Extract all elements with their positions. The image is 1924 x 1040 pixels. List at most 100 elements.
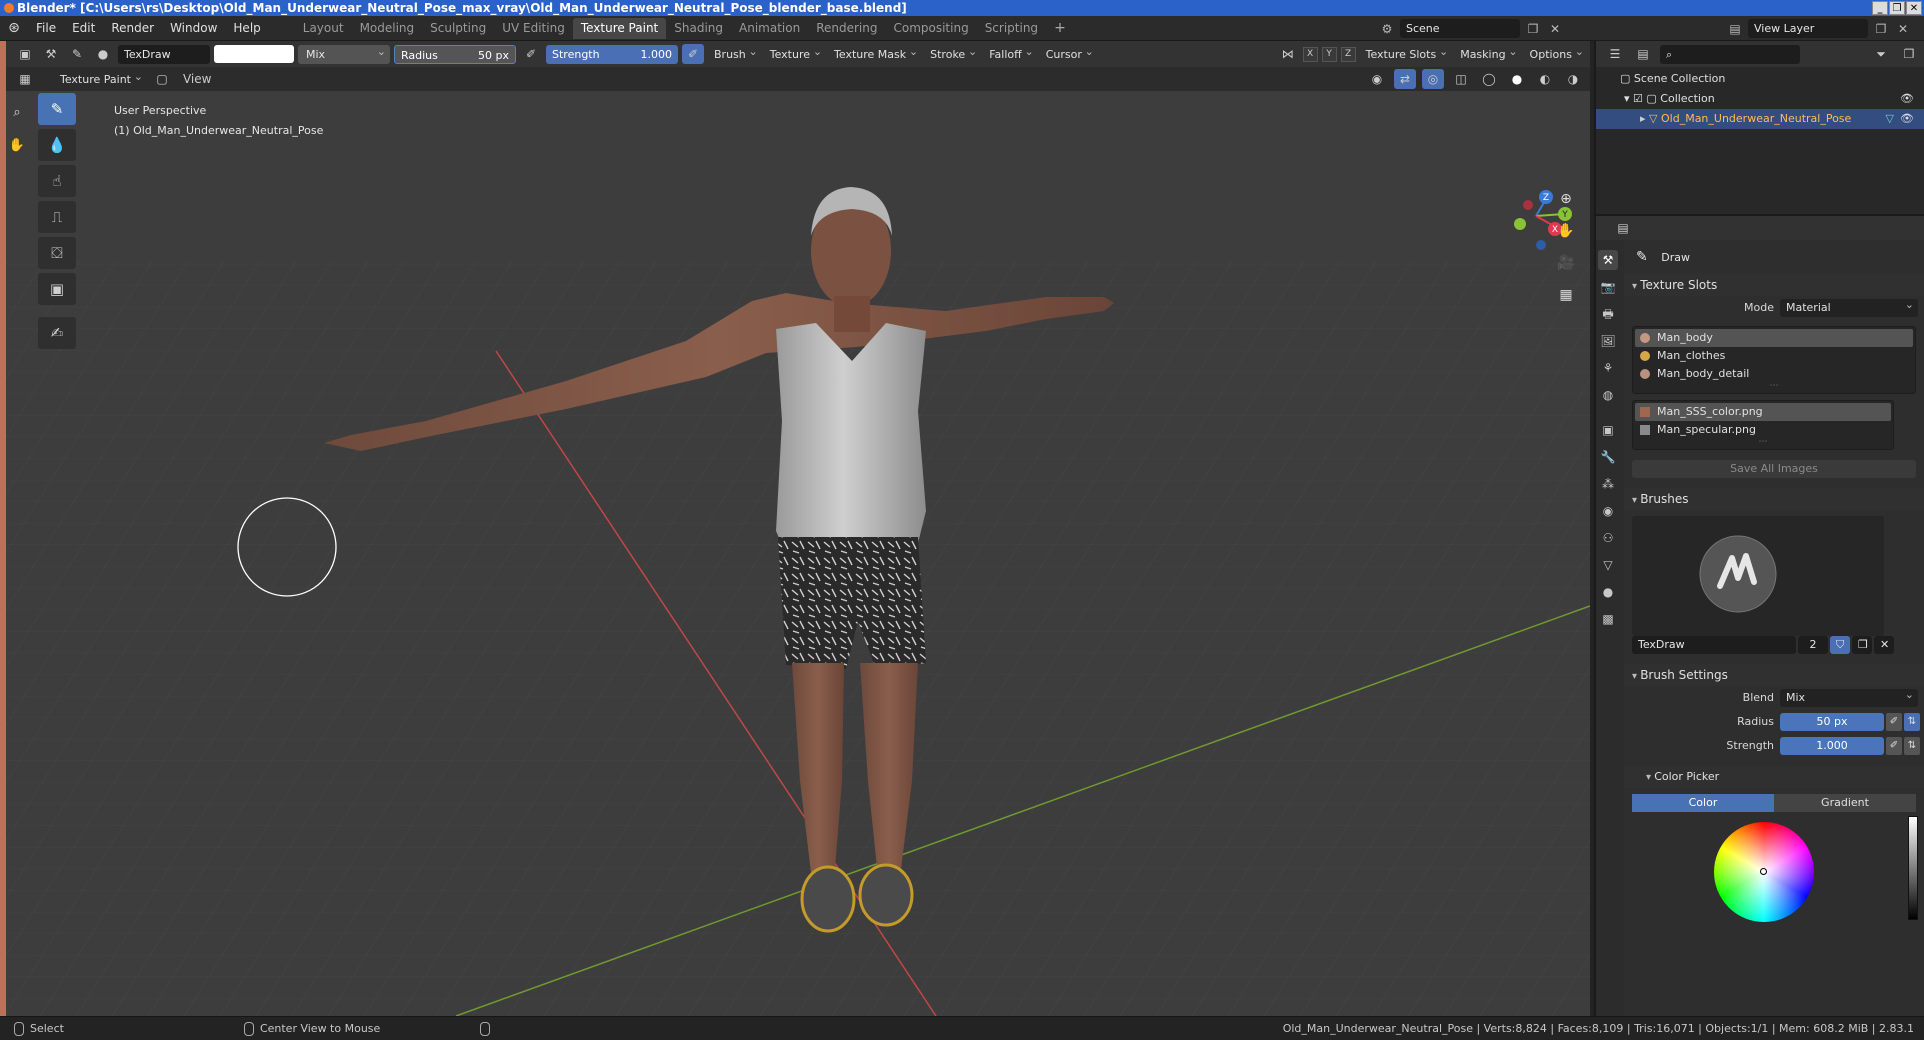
- options-menu[interactable]: Options: [1524, 42, 1586, 64]
- radius-prop-slider[interactable]: 50 px: [1780, 713, 1884, 731]
- tab-modifier-icon[interactable]: 🔧: [1598, 447, 1618, 467]
- view-layer-icon[interactable]: ▤: [1726, 20, 1744, 38]
- tab-tool-icon[interactable]: ⚒: [1598, 250, 1618, 270]
- mirror-y-toggle[interactable]: Y: [1321, 46, 1337, 62]
- tab-modeling[interactable]: Modeling: [352, 18, 423, 39]
- radius-unified-toggle-icon[interactable]: ⇅: [1904, 713, 1920, 731]
- properties-editor-type-icon[interactable]: ▤: [1612, 218, 1634, 238]
- brush-icon[interactable]: ✎: [66, 44, 88, 64]
- brush-name-field[interactable]: TexDraw: [118, 44, 210, 64]
- tab-output-icon[interactable]: 🖶: [1598, 304, 1618, 324]
- scene-name-field[interactable]: Scene: [1400, 19, 1520, 38]
- gizmo-neg-y-handle[interactable]: [1514, 218, 1526, 230]
- blend-mode-dropdown[interactable]: Mix: [298, 42, 390, 64]
- tab-rendering[interactable]: Rendering: [808, 18, 885, 39]
- smear-tool-button[interactable]: ☝: [38, 165, 76, 197]
- tab-layout[interactable]: Layout: [295, 18, 352, 39]
- zoom-icon[interactable]: ⊕: [1555, 189, 1577, 209]
- texture-slots-section-header[interactable]: Texture Slots: [1624, 274, 1924, 296]
- editor-type-icon[interactable]: ▣: [14, 44, 36, 64]
- tab-scene-icon[interactable]: ⚘: [1598, 358, 1618, 378]
- object-visibility-eye-icon[interactable]: 👁: [1900, 109, 1914, 129]
- brush-preview-box[interactable]: [1632, 516, 1884, 636]
- solid-shading-icon[interactable]: ●: [1506, 69, 1528, 89]
- tab-texture-paint[interactable]: Texture Paint: [572, 17, 667, 39]
- save-all-images-button[interactable]: Save All Images: [1632, 460, 1916, 478]
- soften-tool-button[interactable]: 💧: [38, 129, 76, 161]
- radius-pressure-toggle-icon[interactable]: ✐: [1886, 713, 1902, 731]
- material-slot-item[interactable]: Man_clothes: [1635, 347, 1913, 365]
- draw-tool-button[interactable]: ✎: [38, 93, 76, 125]
- outliner-editor-type-icon[interactable]: ☰: [1604, 44, 1626, 64]
- tab-animation[interactable]: Animation: [731, 18, 808, 39]
- list-resize-grip[interactable]: ⋯: [1635, 382, 1913, 391]
- tab-render-icon[interactable]: 📷: [1598, 277, 1618, 297]
- new-scene-icon[interactable]: ❐: [1524, 20, 1542, 38]
- mesh-data-icon[interactable]: ▽: [1886, 109, 1894, 129]
- cursor-menu[interactable]: Cursor: [1040, 42, 1096, 64]
- overlay-toggle-icon[interactable]: ◎: [1422, 69, 1444, 89]
- wireframe-shading-icon[interactable]: ◯: [1478, 69, 1500, 89]
- delete-view-layer-icon[interactable]: ✕: [1894, 20, 1912, 38]
- tab-color[interactable]: Color: [1632, 794, 1774, 812]
- gizmo-toggle-icon[interactable]: ⇄: [1394, 69, 1416, 89]
- tab-gradient[interactable]: Gradient: [1774, 794, 1916, 812]
- tab-sculpting[interactable]: Sculpting: [422, 18, 494, 39]
- outliner-object-row[interactable]: ▸ ▽ Old_Man_Underwear_Neutral_Pose ▽ 👁: [1596, 109, 1924, 129]
- tab-object-icon[interactable]: ▣: [1598, 420, 1618, 440]
- object-expand-icon[interactable]: ▸: [1640, 112, 1649, 125]
- brush-preview-icon[interactable]: ●: [92, 44, 114, 64]
- color-wheel[interactable]: [1714, 822, 1814, 922]
- view-layer-name-field[interactable]: View Layer: [1748, 19, 1868, 38]
- falloff-menu[interactable]: Falloff: [983, 42, 1035, 64]
- maximize-button[interactable]: ❐: [1889, 1, 1905, 15]
- tab-world-icon[interactable]: ◍: [1598, 385, 1618, 405]
- tool-icon[interactable]: ⚒: [40, 44, 62, 64]
- radius-pressure-icon[interactable]: ✐: [520, 44, 542, 64]
- delete-scene-icon[interactable]: ✕: [1546, 20, 1564, 38]
- image-slot-item[interactable]: Man_specular.png: [1635, 421, 1891, 439]
- filter-icon[interactable]: ⏷: [1870, 44, 1892, 64]
- strength-pressure-toggle-icon[interactable]: ✐: [1886, 737, 1902, 755]
- mode-dropdown[interactable]: Texture Paint: [42, 67, 145, 89]
- fill-tool-button[interactable]: ⛋: [38, 237, 76, 269]
- texture-mask-menu[interactable]: Texture Mask: [828, 42, 920, 64]
- mask-tool-button[interactable]: ▣: [38, 273, 76, 305]
- gizmo-neg-z-handle[interactable]: [1536, 240, 1546, 250]
- scene-icon[interactable]: ⚙: [1378, 20, 1396, 38]
- tab-material-icon[interactable]: ●: [1598, 582, 1618, 602]
- tab-particles-icon[interactable]: ⁂: [1598, 474, 1618, 494]
- clone-tool-button[interactable]: ⎍: [38, 201, 76, 233]
- tab-data-icon[interactable]: ▽: [1598, 555, 1618, 575]
- masking-menu[interactable]: Masking: [1454, 42, 1519, 64]
- perspective-toggle-icon[interactable]: ▦: [1555, 285, 1577, 305]
- radius-slider[interactable]: Radius 50 px: [394, 44, 516, 64]
- camera-view-icon[interactable]: 🎥: [1555, 253, 1577, 273]
- unlink-brush-icon[interactable]: ✕: [1874, 636, 1894, 654]
- fake-user-shield-icon[interactable]: ⛉: [1830, 636, 1850, 654]
- tab-shading[interactable]: Shading: [666, 18, 731, 39]
- collection-checkbox-icon[interactable]: ☑: [1633, 92, 1646, 105]
- brush-color-swatch[interactable]: [214, 45, 294, 63]
- strength-pressure-icon[interactable]: ✐: [682, 44, 704, 64]
- collection-expand-icon[interactable]: ▾: [1624, 92, 1633, 105]
- value-slider[interactable]: [1908, 816, 1918, 920]
- pan-hand-icon[interactable]: ✋: [1555, 221, 1577, 241]
- blender-logo-icon[interactable]: ⊛: [0, 20, 28, 36]
- paint-mask-icon[interactable]: ▢: [151, 69, 173, 89]
- annotate-tool-button[interactable]: ✍: [38, 317, 76, 349]
- view-menu[interactable]: View: [179, 69, 215, 89]
- stroke-menu[interactable]: Stroke: [924, 42, 979, 64]
- tab-compositing[interactable]: Compositing: [885, 18, 976, 39]
- brush-menu[interactable]: Brush: [708, 42, 760, 64]
- visibility-icon[interactable]: ◉: [1366, 69, 1388, 89]
- mirror-z-toggle[interactable]: Z: [1340, 46, 1356, 62]
- color-wheel-cursor[interactable]: [1760, 868, 1767, 875]
- new-collection-icon[interactable]: ❐: [1898, 44, 1920, 64]
- outliner-search-input[interactable]: ⌕: [1660, 44, 1800, 64]
- menu-help[interactable]: Help: [225, 21, 268, 35]
- image-slot-item[interactable]: Man_SSS_color.png: [1635, 403, 1891, 421]
- texture-slots-menu[interactable]: Texture Slots: [1360, 42, 1451, 64]
- tab-constraints-icon[interactable]: ⚇: [1598, 528, 1618, 548]
- new-view-layer-icon[interactable]: ❐: [1872, 20, 1890, 38]
